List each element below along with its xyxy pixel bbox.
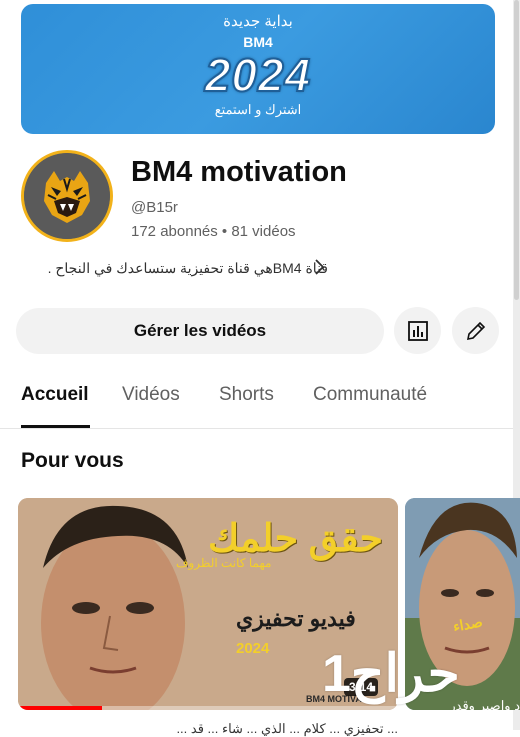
chevron-right-icon[interactable] bbox=[312, 258, 326, 281]
watch-progress-fill bbox=[18, 706, 102, 710]
divider bbox=[0, 428, 513, 429]
banner-subtitle: اشترك و استمتع bbox=[214, 102, 302, 117]
banner-top-text: بداية جديدة bbox=[223, 13, 293, 30]
edit-channel-button[interactable] bbox=[452, 307, 499, 354]
channel-description[interactable]: قناة BM4هي قناة تحفيزية ستساعدك في النجا… bbox=[18, 260, 328, 277]
scrollbar-thumb[interactable] bbox=[514, 0, 519, 300]
channel-banner: بداية جديدة BM4 2024 اشترك و استمتع bbox=[21, 4, 495, 134]
tiger-logo-icon bbox=[24, 153, 110, 239]
video-title[interactable]: ... تحفيزي ... كلام ... الذي ... شاء ...… bbox=[18, 721, 398, 737]
tab-accueil[interactable]: Accueil bbox=[21, 384, 89, 406]
manage-videos-button[interactable]: Gérer les vidéos bbox=[16, 308, 384, 354]
channel-stats: 172 abonnés • 81 vidéos bbox=[131, 223, 296, 240]
avatar[interactable] bbox=[21, 150, 113, 242]
tab-videos[interactable]: Vidéos bbox=[122, 384, 180, 406]
analytics-icon bbox=[407, 320, 428, 341]
thumbnail-subtitle: مهما كانت الظروف bbox=[176, 556, 272, 570]
tab-shorts[interactable]: Shorts bbox=[219, 384, 274, 406]
channel-handle: @B15r bbox=[131, 199, 178, 216]
thumbnail-heading: فيديو تحفيزي bbox=[236, 606, 356, 631]
thumbnail-title: حقق حلمك bbox=[208, 518, 384, 560]
analytics-button[interactable] bbox=[394, 307, 441, 354]
watch-progress-bar bbox=[18, 706, 398, 710]
watermark: حراج1 bbox=[322, 645, 460, 703]
pencil-icon bbox=[466, 321, 485, 340]
thumbnail-year: 2024 bbox=[236, 640, 270, 657]
section-title: Pour vous bbox=[21, 449, 124, 472]
channel-name: BM4 motivation bbox=[131, 156, 347, 188]
banner-year: 2024 bbox=[204, 48, 312, 102]
tab-communaute[interactable]: Communauté bbox=[313, 384, 427, 406]
